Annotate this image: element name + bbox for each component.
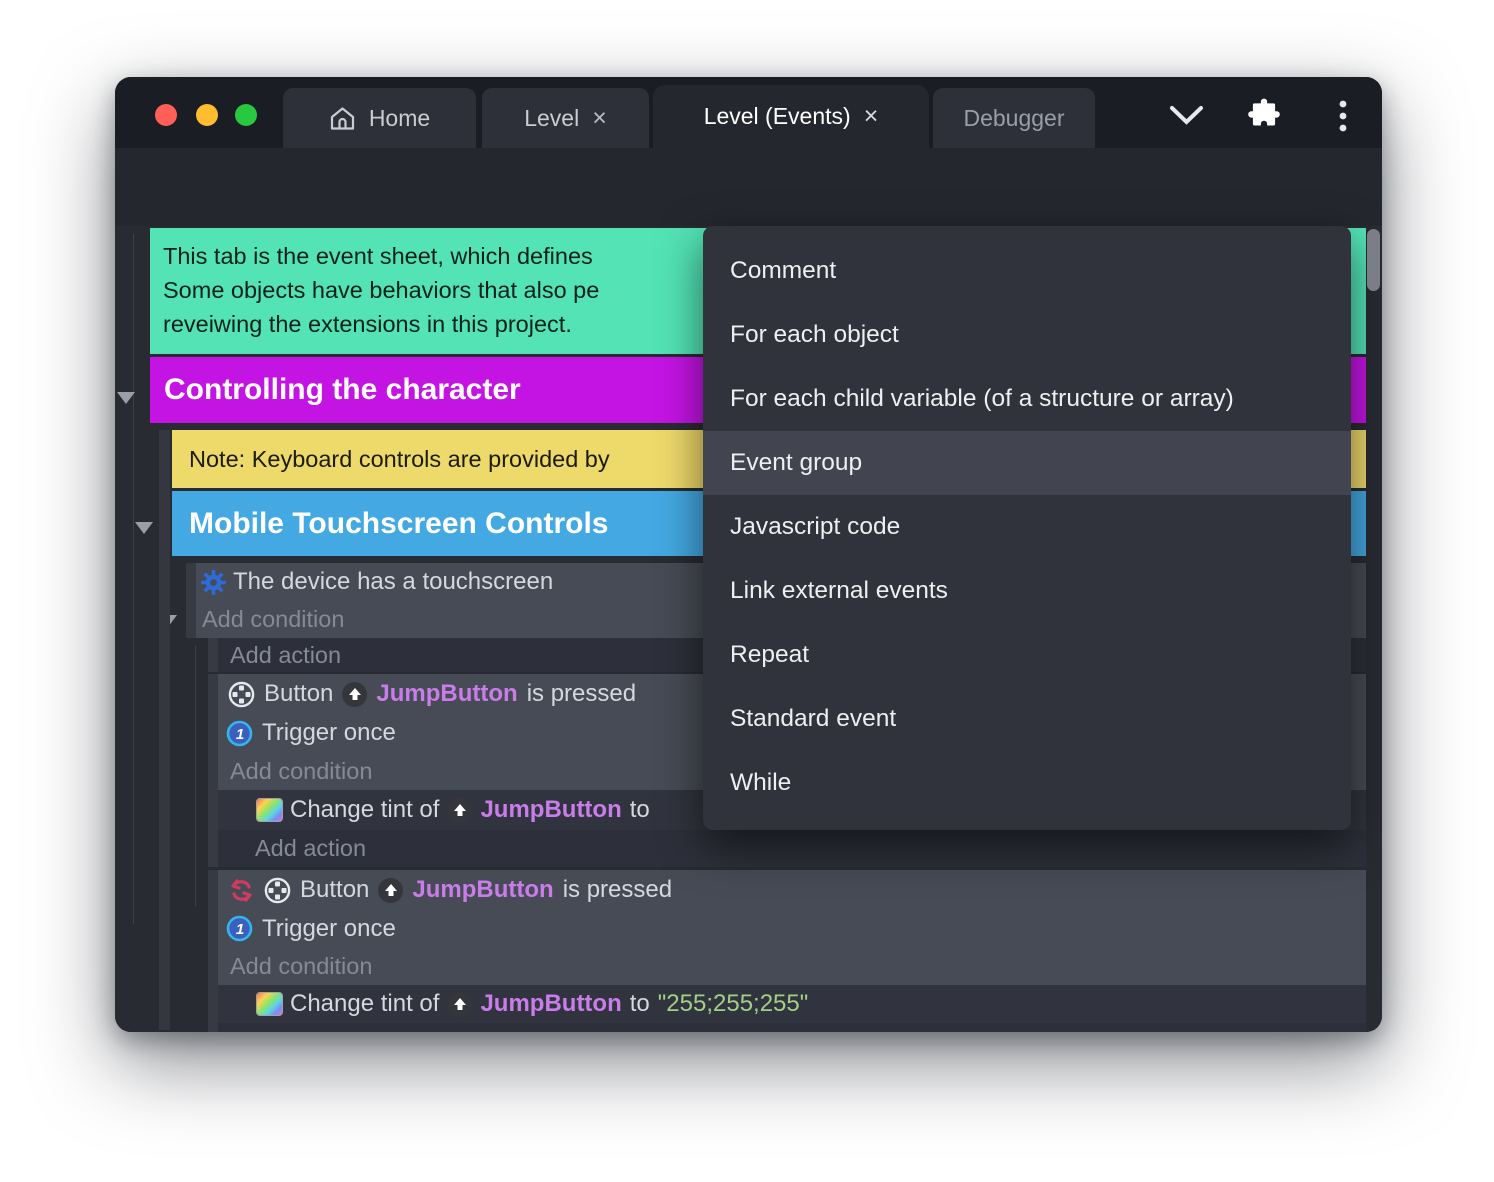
collapse-arrow[interactable]	[135, 522, 153, 534]
trigger-text: Trigger once	[262, 719, 396, 746]
menu-item-standard-event[interactable]: Standard event	[703, 687, 1351, 751]
condition-text: The device has a touchscreen	[233, 568, 554, 595]
menu-item-for-each-object[interactable]: For each object	[703, 303, 1351, 367]
jumpbutton-icon	[447, 797, 473, 823]
chevron-down-icon[interactable]	[1168, 103, 1205, 127]
action-row-2[interactable]: Change tint of JumpButton to "255;255;25…	[208, 985, 1366, 1023]
minimize-traffic-light[interactable]	[196, 104, 218, 126]
tab-label: Debugger	[963, 104, 1065, 131]
condition-suffix: is pressed	[526, 680, 637, 707]
extensions-puzzle-icon[interactable]	[1245, 97, 1283, 135]
note-text: Note: Keyboard controls are provided by	[189, 445, 610, 472]
tab-label: Level (Events)	[703, 103, 851, 129]
add-action-link[interactable]: Add action	[208, 830, 1366, 867]
tab-level[interactable]: Level ×	[482, 88, 649, 148]
tint-icon	[256, 798, 283, 822]
zoom-traffic-light[interactable]	[235, 104, 257, 126]
titlebar: Home Level × Level (Events) × Debugger	[115, 77, 1382, 148]
action-value: "255;255;255"	[657, 990, 809, 1017]
trigger-text: Trigger once	[262, 914, 396, 942]
tab-label: Home	[368, 104, 431, 131]
button-object-icon	[228, 681, 255, 708]
action-prefix: Change tint of	[290, 990, 440, 1017]
condition-suffix: is pressed	[562, 876, 673, 903]
tree-line	[133, 234, 134, 924]
action-suffix: to	[629, 796, 650, 823]
add-condition-link[interactable]: Add condition	[218, 947, 1366, 985]
menu-item-repeat[interactable]: Repeat	[703, 623, 1351, 687]
tab-home[interactable]: Home	[283, 88, 476, 148]
jumpbutton-icon	[447, 991, 473, 1017]
tab-label: Level	[524, 104, 580, 131]
overflow-menu-icon[interactable]	[1338, 99, 1348, 133]
tab-debugger[interactable]: Debugger	[933, 88, 1095, 148]
object-name: Button	[264, 680, 334, 707]
menu-item-comment[interactable]: Comment	[703, 239, 1351, 303]
svg-text:1: 1	[236, 726, 244, 743]
inverted-condition-icon	[228, 877, 255, 904]
jumpbutton-icon	[342, 681, 368, 707]
menu-item-for-each-child-variable[interactable]: For each child variable (of a structure …	[703, 367, 1351, 431]
menu-item-link-external-events[interactable]: Link external events	[703, 559, 1351, 623]
menu-item-javascript-code[interactable]: Javascript code	[703, 495, 1351, 559]
indent-bar	[159, 430, 170, 1030]
object-name: Button	[300, 876, 370, 903]
close-tab-icon[interactable]: ×	[864, 104, 879, 129]
instance-name: JumpButton	[480, 796, 622, 823]
home-icon	[329, 105, 356, 132]
add-event-context-menu: Comment For each object For each child v…	[703, 226, 1351, 830]
toolbar	[115, 148, 1382, 290]
svg-text:1: 1	[236, 921, 244, 938]
action-suffix: to	[629, 990, 650, 1017]
instance-name: JumpButton	[480, 990, 622, 1017]
button-object-icon	[264, 877, 291, 904]
tint-icon	[256, 992, 283, 1016]
trigger-once-icon: 1	[226, 720, 253, 747]
trigger-once-icon: 1	[226, 915, 253, 942]
instance-name: JumpButton	[412, 876, 554, 903]
tree-line	[195, 646, 196, 906]
trigger-once-row[interactable]: 1 Trigger once	[218, 910, 1366, 947]
close-traffic-light[interactable]	[155, 104, 177, 126]
collapse-arrow[interactable]	[117, 392, 135, 404]
group-title: Controlling the character	[164, 373, 521, 406]
jumpbutton-icon	[378, 877, 404, 903]
add-action-link[interactable]: Add action	[208, 1023, 1366, 1032]
tab-level-events[interactable]: Level (Events) ×	[653, 85, 929, 148]
instance-name: JumpButton	[376, 680, 518, 707]
event-block-2[interactable]: Button JumpButton is pressed 1 Trigger o…	[208, 870, 1366, 985]
menu-item-event-group[interactable]: Event group	[703, 431, 1351, 495]
gear-icon	[200, 569, 227, 596]
close-tab-icon[interactable]: ×	[592, 105, 607, 131]
group-title: Mobile Touchscreen Controls	[189, 506, 609, 540]
condition-row[interactable]: Button JumpButton is pressed	[218, 870, 1366, 910]
scrollbar-thumb[interactable]	[1367, 229, 1380, 291]
action-prefix: Change tint of	[290, 796, 440, 823]
menu-item-while[interactable]: While	[703, 751, 1351, 815]
app-window: Home Level × Level (Events) × Debugger T…	[115, 77, 1382, 1032]
